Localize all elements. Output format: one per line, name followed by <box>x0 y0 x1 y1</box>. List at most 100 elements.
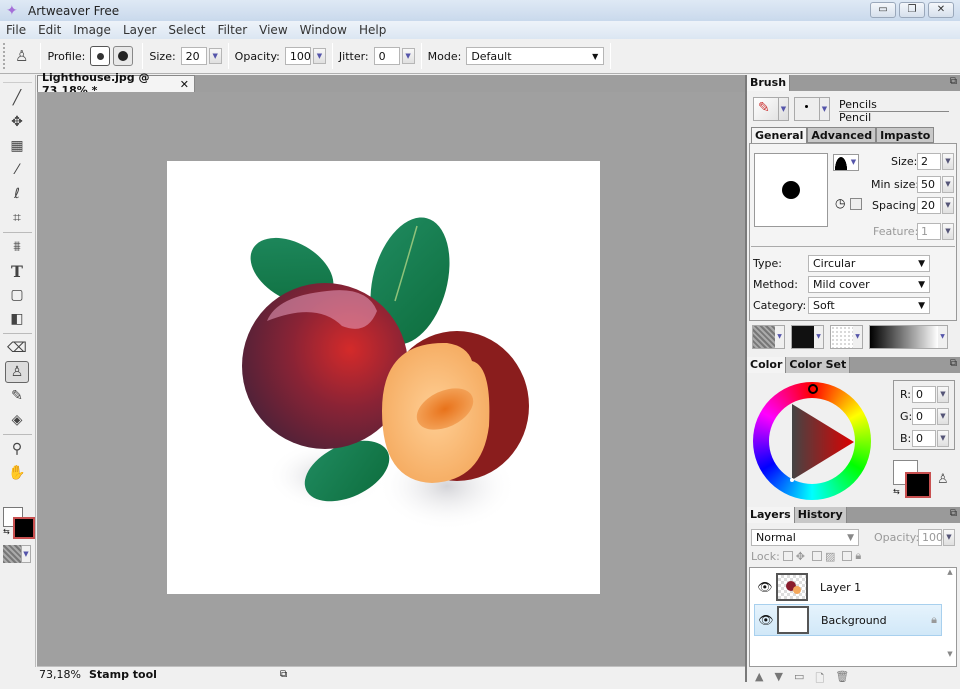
foreground-color-swatch[interactable] <box>13 517 35 539</box>
min-size-spin[interactable]: ▼ <box>942 176 954 193</box>
eye-icon[interactable]: 👁︎ <box>756 580 774 594</box>
menu-filter[interactable]: Filter <box>211 23 253 37</box>
brush-tool-button[interactable]: ╱ <box>5 87 29 109</box>
grain-picker[interactable]: ▼ <box>830 325 863 349</box>
hand-tool-button[interactable]: ✋ <box>5 462 29 484</box>
crop-tool-button[interactable]: ⌗ <box>5 207 29 229</box>
panel-menu-icon[interactable]: ⧉ <box>950 508 957 519</box>
minimize-button[interactable]: ▭ <box>870 2 896 18</box>
brush-size-input[interactable]: 2 <box>917 153 941 170</box>
close-button[interactable]: ✕ <box>928 2 954 18</box>
blend-mode-select[interactable]: Normal ▼ <box>751 529 859 546</box>
stamp-icon[interactable]: ♙ <box>937 472 949 487</box>
magic-wand-tool-button[interactable]: ⁄ <box>5 159 29 181</box>
perspective-tool-button[interactable]: ⩩ <box>5 236 29 258</box>
paper-texture-picker[interactable]: ▼ <box>752 325 785 349</box>
spacing-checkbox[interactable] <box>850 198 862 210</box>
opacity-input[interactable]: 100 <box>284 47 311 65</box>
tab-impasto[interactable]: Impasto <box>876 127 935 143</box>
eraser-tool-button[interactable]: ⌫ <box>5 337 29 359</box>
jitter-input[interactable]: 0 <box>373 47 400 65</box>
layer-opacity-input[interactable]: 100 <box>918 529 943 546</box>
shape-tool-button[interactable]: ▢ <box>5 284 29 306</box>
layer-list-scrollbar[interactable]: ▲ ▼ <box>944 568 956 666</box>
profile-curve-picker[interactable]: ▼ <box>833 154 859 171</box>
menu-view[interactable]: View <box>253 23 293 37</box>
min-size-input[interactable]: 50 <box>917 176 941 193</box>
color-triangle[interactable] <box>753 382 871 500</box>
lock-transparency-checkbox[interactable] <box>782 551 793 561</box>
spacing-input[interactable]: 20 <box>917 197 941 214</box>
profile-soft-button[interactable] <box>90 46 111 66</box>
tab-advanced[interactable]: Advanced <box>807 127 877 143</box>
jitter-dropdown-button[interactable]: ▼ <box>401 48 415 64</box>
layer-row-selected[interactable]: 👁︎ Background 🔒︎ <box>754 604 942 636</box>
menu-select[interactable]: Select <box>162 23 211 37</box>
texture-selector[interactable]: ▼ <box>3 545 33 563</box>
swap-colors-icon[interactable]: ⇆ <box>893 487 900 496</box>
type-select[interactable]: Circular ▼ <box>808 255 930 272</box>
tab-layers[interactable]: Layers <box>747 507 795 523</box>
new-layer-icon[interactable]: 🗋︎ <box>815 670 824 689</box>
menu-help[interactable]: Help <box>353 23 392 37</box>
lasso-tool-button[interactable]: ℓ <box>5 183 29 205</box>
feature-spin[interactable]: ▼ <box>942 223 954 240</box>
document-tab[interactable]: Lighthouse.jpg @ 73,18% * ✕ <box>37 71 195 97</box>
tab-color-set[interactable]: Color Set <box>786 357 851 373</box>
method-select[interactable]: Mild cover ▼ <box>808 276 930 293</box>
swap-colors-icon[interactable]: ⇆ <box>3 527 10 536</box>
brush-tip-picker[interactable]: ▼ <box>794 97 830 121</box>
navigator-icon[interactable]: ⧉ <box>280 669 287 680</box>
brush-category-picker[interactable]: ✎ ▼ <box>753 97 789 121</box>
close-document-icon[interactable]: ✕ <box>180 78 189 91</box>
profile-hard-button[interactable] <box>113 46 134 66</box>
image-canvas[interactable] <box>167 161 600 594</box>
red-input[interactable]: 0 <box>912 386 936 403</box>
red-spin[interactable]: ▼ <box>937 386 949 403</box>
tab-general[interactable]: General <box>751 127 808 143</box>
selection-tool-button[interactable]: ▦ <box>5 135 29 157</box>
opacity-dropdown-button[interactable]: ▼ <box>312 48 326 64</box>
eye-icon[interactable]: 👁︎ <box>757 613 775 627</box>
layer-row[interactable]: 👁︎ Layer 1 <box>754 571 942 603</box>
lock-paint-checkbox[interactable] <box>812 551 823 561</box>
green-input[interactable]: 0 <box>912 408 936 425</box>
menu-file[interactable]: File <box>0 23 32 37</box>
panel-menu-icon[interactable]: ⧉ <box>950 76 957 87</box>
menu-layer[interactable]: Layer <box>117 23 162 37</box>
move-layer-down-icon[interactable]: ▼ <box>774 670 782 689</box>
color-wheel[interactable] <box>753 382 871 500</box>
stamp-tool-button[interactable]: ♙ <box>5 361 29 383</box>
size-input[interactable]: 20 <box>180 47 207 65</box>
fill-tool-button[interactable]: ◈ <box>5 409 29 431</box>
clock-icon[interactable]: ◷ <box>835 196 845 210</box>
zoom-tool-button[interactable]: ⚲ <box>5 438 29 460</box>
gradient-tool-button[interactable]: ◧ <box>5 308 29 330</box>
gradient-picker[interactable]: ▼ <box>869 325 948 349</box>
restore-button[interactable]: ❐ <box>899 2 925 18</box>
mode-select[interactable]: Default ▼ <box>466 47 605 65</box>
panel-menu-icon[interactable]: ⧉ <box>950 358 957 369</box>
green-spin[interactable]: ▼ <box>937 408 949 425</box>
feature-input[interactable]: 1 <box>917 223 941 240</box>
spacing-spin[interactable]: ▼ <box>942 197 954 214</box>
move-layer-up-icon[interactable]: ▲ <box>755 670 763 689</box>
lock-all-checkbox[interactable] <box>842 551 853 561</box>
size-dropdown-button[interactable]: ▼ <box>208 48 222 64</box>
layer-group-icon[interactable]: ▭ <box>794 670 804 689</box>
text-tool-button[interactable]: T <box>5 260 29 282</box>
tab-brush[interactable]: Brush <box>747 75 791 91</box>
eyedropper-tool-button[interactable]: ✎ <box>5 385 29 407</box>
menu-edit[interactable]: Edit <box>32 23 67 37</box>
pattern-picker[interactable]: ▼ <box>791 325 824 349</box>
brush-size-spin[interactable]: ▼ <box>942 153 954 170</box>
tab-color[interactable]: Color <box>747 357 787 373</box>
delete-layer-icon[interactable]: 🗑︎ <box>835 670 849 689</box>
panel-foreground-swatch[interactable] <box>905 472 931 498</box>
menu-window[interactable]: Window <box>294 23 353 37</box>
tab-history[interactable]: History <box>794 507 847 523</box>
blue-input[interactable]: 0 <box>912 430 936 447</box>
category-select[interactable]: Soft ▼ <box>808 297 930 314</box>
menu-image[interactable]: Image <box>67 23 117 37</box>
move-tool-button[interactable]: ✥ <box>5 111 29 133</box>
